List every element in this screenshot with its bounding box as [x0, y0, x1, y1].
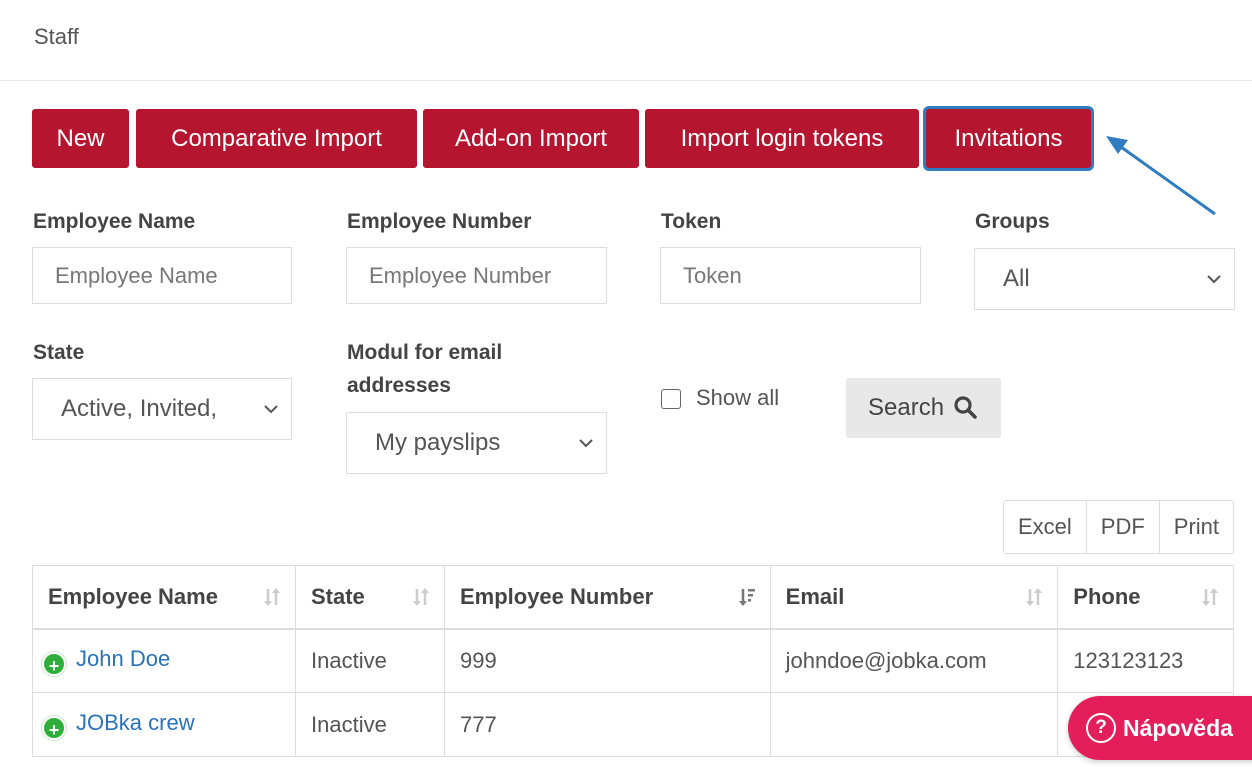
employee-name-link[interactable]: JOBka crew: [76, 710, 195, 735]
expand-row-icon[interactable]: +: [42, 651, 66, 676]
employee-number-cell: 777: [443, 692, 771, 757]
column-header-label: Email: [785, 583, 845, 609]
table-row: + John Doe Inactive 999 johndoe@jobka.com…: [32, 628, 1234, 693]
modul-select-value: My payslips: [375, 429, 501, 456]
state-select-value: Active, Invited,: [61, 395, 218, 422]
page-header: Staff: [0, 0, 1252, 81]
column-header-label: Phone: [1073, 583, 1141, 609]
employee-name-cell: + JOBka crew: [32, 692, 296, 757]
pdf-button[interactable]: PDF: [1087, 501, 1160, 553]
token-label: Token: [661, 210, 722, 233]
employee-name-label: Employee Name: [33, 210, 196, 233]
email-cell: [769, 692, 1059, 757]
phone-cell: 123123123: [1057, 628, 1234, 693]
state-cell: Inactive: [295, 628, 445, 693]
employee-name-input[interactable]: Employee Name: [32, 247, 292, 304]
column-header-state[interactable]: State: [295, 565, 445, 630]
employee-number-label: Employee Number: [347, 210, 532, 233]
sort-icon: [264, 588, 280, 606]
excel-button[interactable]: Excel: [1004, 501, 1087, 553]
modul-label-line2: addresses: [347, 374, 451, 397]
annotation-arrow-icon: [1106, 136, 1216, 216]
groups-select[interactable]: All: [974, 248, 1235, 310]
page-title: Staff: [34, 24, 79, 49]
groups-select-value: All: [1003, 265, 1030, 292]
email-cell: johndoe@jobka.com: [769, 628, 1059, 693]
column-header-email[interactable]: Email: [769, 565, 1059, 630]
column-header-employee-number[interactable]: Employee Number: [443, 565, 771, 630]
state-label: State: [33, 341, 85, 364]
help-button[interactable]: ? Nápověda: [1068, 696, 1252, 760]
column-header-label: Employee Number: [459, 583, 654, 609]
token-input[interactable]: Token: [660, 247, 921, 304]
new-button[interactable]: New: [32, 109, 129, 168]
modul-label-line1: Modul for email: [347, 341, 503, 364]
sort-icon: [1026, 588, 1043, 606]
chevron-down-icon: [579, 439, 593, 448]
groups-label: Groups: [975, 210, 1050, 233]
table-header-row: Employee Name State Employee Number Emai…: [32, 565, 1234, 630]
invitations-button[interactable]: Invitations: [926, 109, 1091, 168]
employee-number-input[interactable]: Employee Number: [346, 247, 607, 304]
search-icon: [954, 396, 977, 419]
sort-icon: [412, 588, 429, 606]
print-button[interactable]: Print: [1160, 501, 1233, 553]
table-row: + JOBka crew Inactive 777: [32, 692, 1234, 757]
export-button-group: Excel PDF Print: [1003, 500, 1235, 554]
sort-desc-icon: [738, 589, 755, 606]
column-header-label: State: [311, 583, 365, 609]
modul-select[interactable]: My payslips: [346, 412, 607, 474]
comparative-import-button[interactable]: Comparative Import: [136, 109, 417, 168]
addon-import-button[interactable]: Add-on Import: [423, 109, 639, 168]
staff-table: Employee Name State Employee Number Emai…: [32, 565, 1234, 757]
search-button-label: Search: [868, 394, 945, 421]
state-select[interactable]: Active, Invited,: [32, 378, 292, 440]
help-question-icon: ?: [1086, 713, 1116, 743]
import-login-tokens-button[interactable]: Import login tokens: [645, 109, 919, 168]
column-header-phone[interactable]: Phone: [1057, 565, 1234, 630]
help-label: Nápověda: [1123, 715, 1233, 741]
show-all-checkbox[interactable]: [661, 389, 681, 409]
employee-name-cell: + John Doe: [32, 628, 296, 693]
employee-name-link[interactable]: John Doe: [76, 646, 170, 671]
chevron-down-icon: [264, 405, 278, 414]
search-button[interactable]: Search: [846, 378, 1001, 438]
state-cell: Inactive: [295, 692, 445, 757]
sort-icon: [1202, 588, 1218, 606]
column-header-label: Employee Name: [48, 583, 218, 609]
employee-number-cell: 999: [443, 628, 771, 693]
staff-page: Staff New Comparative Import Add-on Impo…: [0, 0, 1252, 767]
chevron-down-icon: [1207, 275, 1221, 284]
expand-row-icon[interactable]: +: [42, 715, 66, 740]
show-all-label: Show all: [696, 385, 780, 410]
column-header-employee-name[interactable]: Employee Name: [32, 565, 296, 630]
